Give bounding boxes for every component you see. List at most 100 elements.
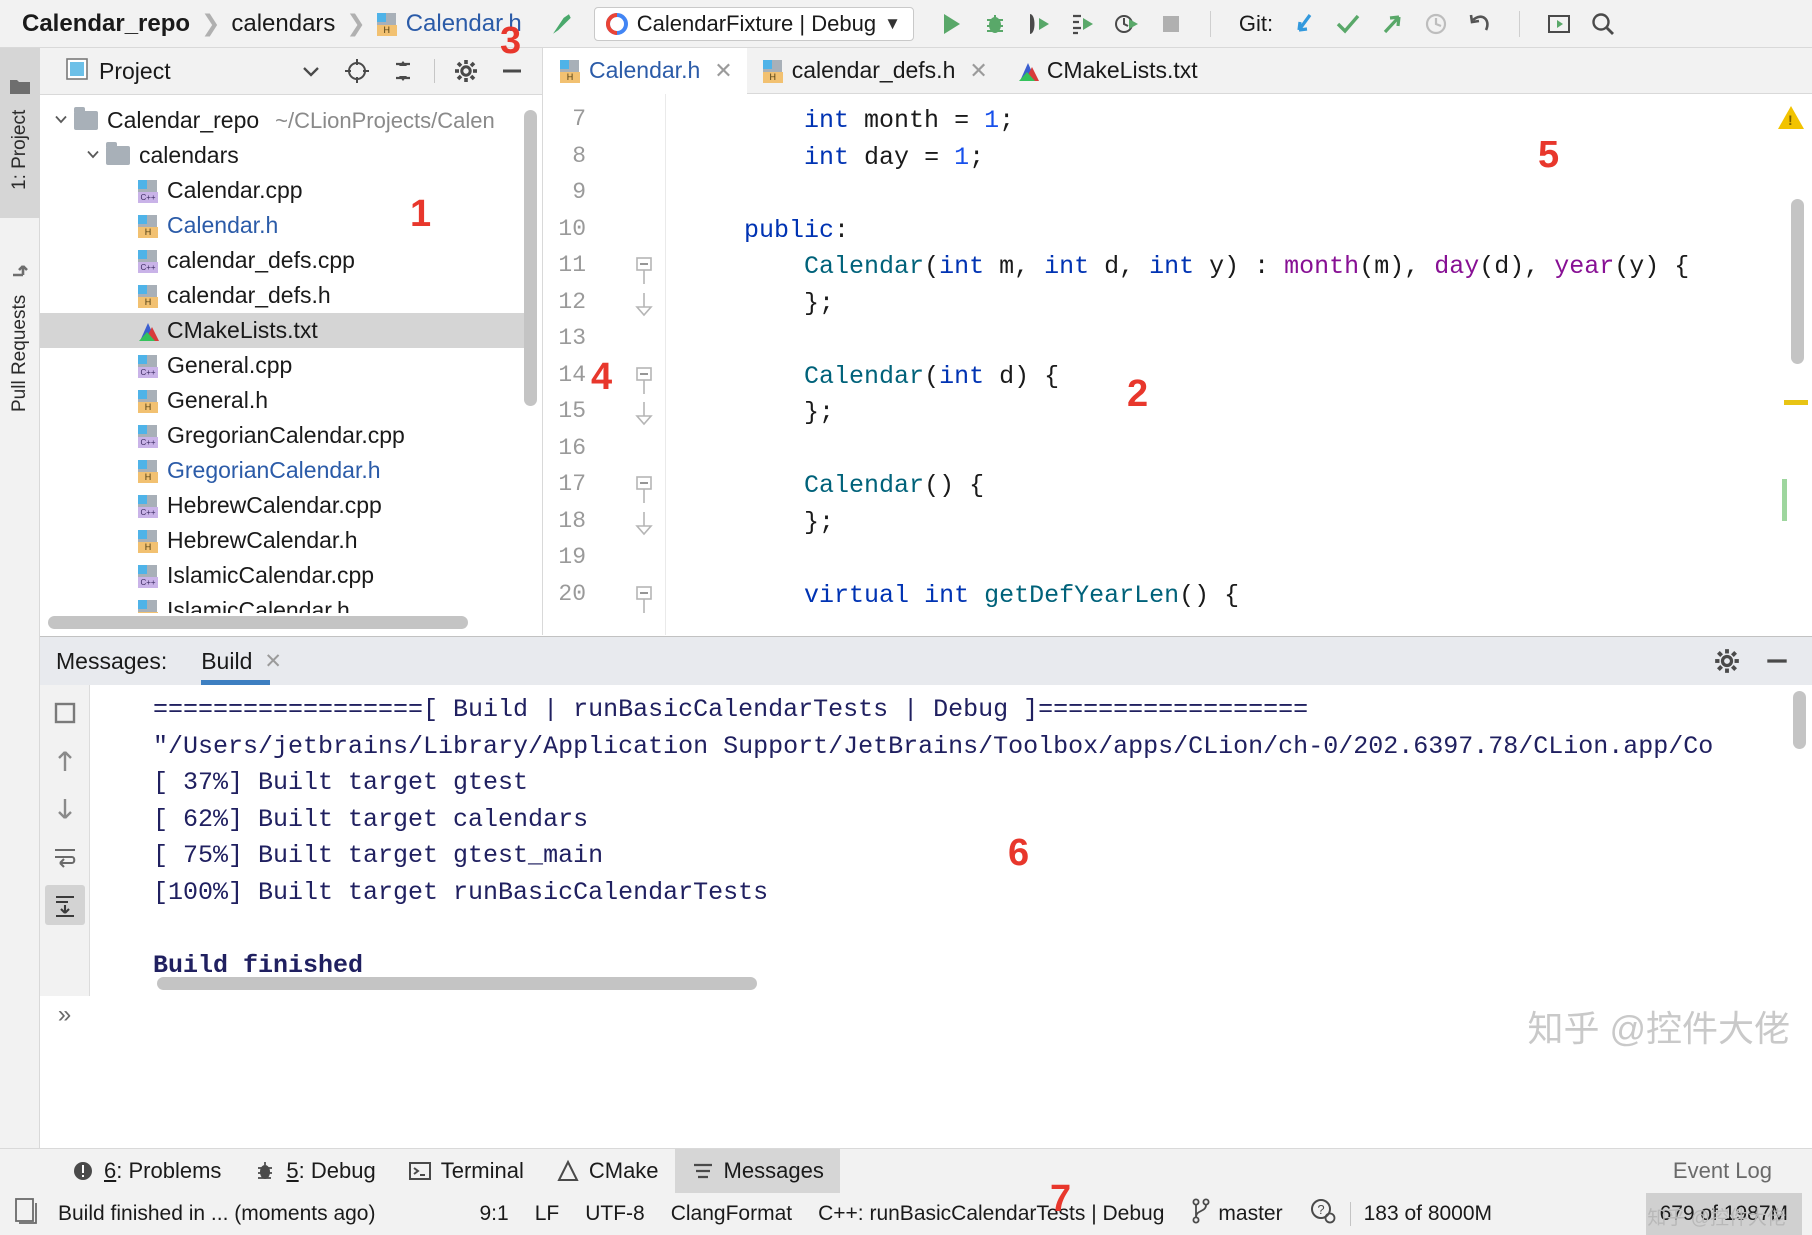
tree-row-hebrewcalendar-cpp[interactable]: C++HebrewCalendar.cpp <box>40 488 525 523</box>
bottom-tab-cmake[interactable]: CMake <box>540 1149 675 1194</box>
tree-horizontal-scrollbar[interactable] <box>48 616 468 629</box>
help-icon[interactable]: ? <box>1296 1197 1350 1231</box>
git-commit-icon[interactable] <box>1333 9 1363 39</box>
fold-end-icon[interactable] <box>634 293 654 313</box>
status-caret-position[interactable]: 9:1 <box>466 1202 521 1226</box>
chevron-down-icon[interactable] <box>48 111 74 130</box>
terminal-icon[interactable] <box>1544 9 1574 39</box>
tree-row-islamiccalendar-h[interactable]: HIslamicCalendar.h <box>40 593 525 613</box>
code-editor[interactable]: 7891011121314151617181920 int month = 1;… <box>544 94 1812 635</box>
tree-row-cmakelists-txt[interactable]: CMakeLists.txt <box>40 313 525 348</box>
settings-gear-icon[interactable] <box>451 56 481 86</box>
close-icon[interactable]: ✕ <box>714 58 732 84</box>
pull-request-icon <box>9 259 31 287</box>
chevron-down-icon[interactable] <box>296 56 326 86</box>
status-bar: Build finished in ... (moments ago) 9:1 … <box>0 1193 1812 1235</box>
sidebar-item-project[interactable]: 1: Project <box>0 48 40 218</box>
tree-row-calendar-defs-h[interactable]: Hcalendar_defs.h <box>40 278 525 313</box>
git-branch-icon[interactable] <box>1177 1198 1216 1230</box>
status-memory-indicator[interactable]: 183 of 8000M <box>1350 1202 1505 1226</box>
prev-occurrence-icon[interactable] <box>45 741 85 781</box>
fold-end-icon[interactable] <box>634 512 654 532</box>
hide-panel-icon[interactable] <box>1762 646 1792 676</box>
bottom-tab-messages[interactable]: Messages <box>675 1149 840 1194</box>
git-history-icon[interactable] <box>1421 9 1451 39</box>
annotation-marker-2: 2 <box>1127 373 1148 416</box>
stop-icon[interactable] <box>45 693 85 733</box>
tree-row-calendar-defs-cpp[interactable]: C++calendar_defs.cpp <box>40 243 525 278</box>
tree-row-gregoriancalendar-h[interactable]: HGregorianCalendar.h <box>40 453 525 488</box>
next-occurrence-icon[interactable] <box>45 789 85 829</box>
event-log-button[interactable]: Event Log <box>1673 1158 1772 1184</box>
console-line-4: [ 75%] Built target gtest_main <box>153 841 603 870</box>
folder-icon <box>74 111 98 130</box>
editor-tab-calendar-h[interactable]: HCalendar.h✕ <box>544 48 747 93</box>
annotation-marker-3: 3 <box>500 20 521 63</box>
status-git-branch[interactable]: master <box>1216 1202 1295 1226</box>
profile-icon[interactable] <box>1068 9 1098 39</box>
editor-vertical-scrollbar[interactable] <box>1791 199 1804 364</box>
status-build-profile[interactable]: C++: runBasicCalendarTests | Debug <box>805 1202 1177 1226</box>
build-console-output[interactable]: ==================[ Build | runBasicCale… <box>91 685 1812 996</box>
expand-icon[interactable]: » <box>45 995 85 1035</box>
breadcrumb-item-project[interactable]: Calendar_repo <box>22 10 190 38</box>
status-formatter[interactable]: ClangFormat <box>658 1202 805 1226</box>
settings-gear-icon[interactable] <box>1712 646 1742 676</box>
tree-row-gregoriancalendar-cpp[interactable]: C++GregorianCalendar.cpp <box>40 418 525 453</box>
tree-row-general-cpp[interactable]: C++General.cpp <box>40 348 525 383</box>
chevron-down-icon[interactable]: ▼ <box>884 14 901 34</box>
breadcrumb-item-folder[interactable]: calendars <box>231 10 335 38</box>
tree-row-calendar-repo[interactable]: Calendar_repo~/CLionProjects/Calen <box>40 103 525 138</box>
bottom-tab-debug[interactable]: 5: Debug <box>237 1149 391 1194</box>
tab-build[interactable]: Build ✕ <box>201 637 288 685</box>
close-icon[interactable]: ✕ <box>264 649 282 674</box>
tree-vertical-scrollbar[interactable] <box>524 110 537 406</box>
fold-collapse-icon[interactable] <box>634 256 654 276</box>
attach-profiler-icon[interactable] <box>1112 9 1142 39</box>
inspection-warning-icon[interactable] <box>1778 106 1804 129</box>
bottom-tab-terminal[interactable]: Terminal <box>392 1149 540 1194</box>
editor-tab-calendar-defs-h[interactable]: Hcalendar_defs.h✕ <box>747 48 1002 93</box>
locate-icon[interactable] <box>342 56 372 86</box>
status-encoding[interactable]: UTF-8 <box>572 1202 658 1226</box>
main-toolbar: Calendar_repo ❯ calendars ❯ H Calendar.h… <box>0 0 1812 48</box>
status-line-separator[interactable]: LF <box>522 1202 573 1226</box>
editor-tab-cmakelists-txt[interactable]: CMakeLists.txt <box>1002 48 1212 93</box>
tree-row-general-h[interactable]: H General.h <box>40 383 525 418</box>
h-file-icon: H <box>138 389 160 413</box>
bottom-tab-problems[interactable]: 6: Problems <box>55 1149 237 1194</box>
tree-row-calendar-h[interactable]: HCalendar.h <box>40 208 525 243</box>
run-with-coverage-icon[interactable] <box>1024 9 1054 39</box>
debug-icon[interactable] <box>980 9 1010 39</box>
tree-row-calendars[interactable]: calendars <box>40 138 525 173</box>
git-rollback-icon[interactable] <box>1465 9 1495 39</box>
build-hammer-icon[interactable] <box>546 9 576 39</box>
tree-row-calendar-cpp[interactable]: C++Calendar.cpp <box>40 173 525 208</box>
fold-collapse-icon[interactable] <box>634 366 654 386</box>
console-vertical-scrollbar[interactable] <box>1793 691 1806 749</box>
chevron-down-icon[interactable] <box>80 146 106 165</box>
search-everywhere-icon[interactable] <box>1588 9 1618 39</box>
git-update-icon[interactable] <box>1289 9 1319 39</box>
soft-wrap-icon[interactable] <box>45 837 85 877</box>
run-configuration-selector[interactable]: CalendarFixture | Debug ▼ <box>594 7 914 41</box>
project-file-tree[interactable]: Calendar_repo~/CLionProjects/Calencalend… <box>40 95 525 613</box>
close-icon[interactable]: ✕ <box>969 58 987 84</box>
sidebar-item-pull-requests[interactable]: Pull Requests <box>0 233 40 438</box>
status-widget-icon[interactable] <box>0 1197 52 1231</box>
fold-collapse-icon[interactable] <box>634 585 654 605</box>
stop-icon[interactable] <box>1156 9 1186 39</box>
tree-row-label: General.h <box>167 387 268 414</box>
code-line-14: Calendar(int d) { <box>684 362 1059 391</box>
run-icon[interactable] <box>936 9 966 39</box>
tree-row-hebrewcalendar-h[interactable]: HHebrewCalendar.h <box>40 523 525 558</box>
tree-row-islamiccalendar-cpp[interactable]: C++IslamicCalendar.cpp <box>40 558 525 593</box>
fold-end-icon[interactable] <box>634 402 654 422</box>
scroll-to-end-icon[interactable] <box>45 885 85 925</box>
breadcrumb-separator: ❯ <box>201 10 220 37</box>
git-push-icon[interactable] <box>1377 9 1407 39</box>
error-stripe-warning-marker[interactable] <box>1784 400 1808 405</box>
fold-collapse-icon[interactable] <box>634 475 654 495</box>
cpp-file-icon: C++ <box>138 354 160 378</box>
collapse-all-icon[interactable] <box>388 56 418 86</box>
